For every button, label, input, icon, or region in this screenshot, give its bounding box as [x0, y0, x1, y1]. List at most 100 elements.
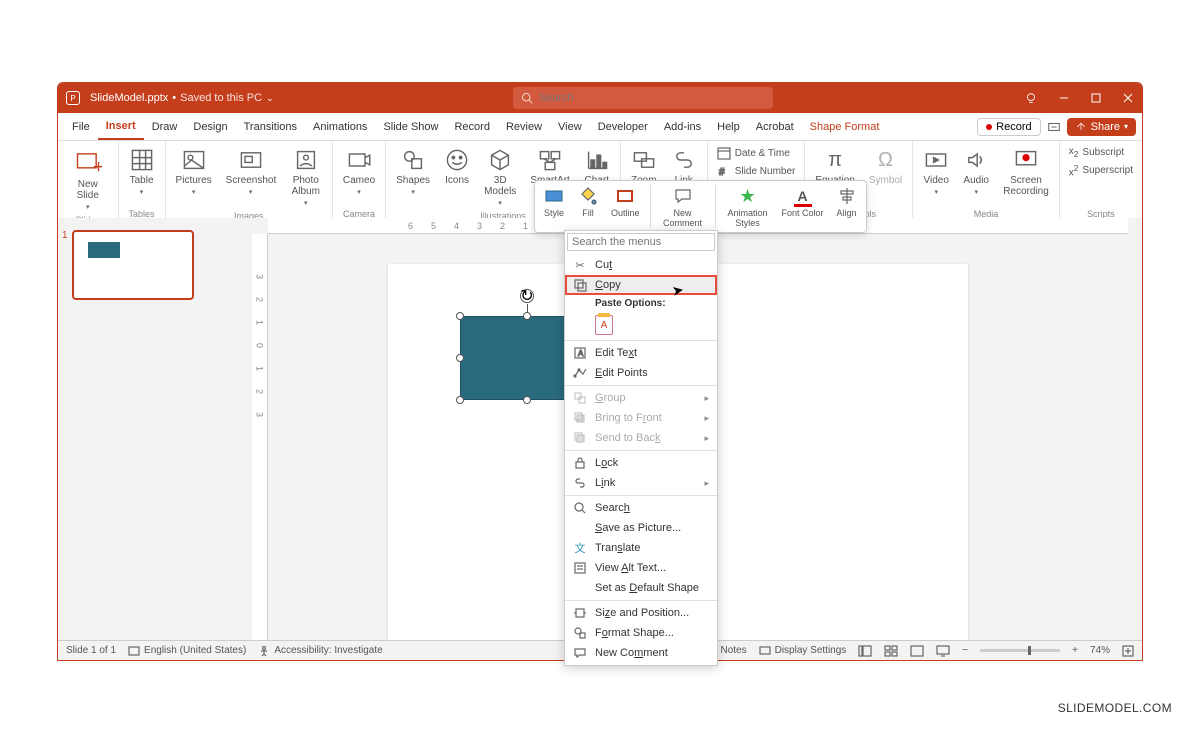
reading-view-icon[interactable]	[910, 645, 924, 657]
animation-styles-button[interactable]: ★Animation Styles	[724, 185, 772, 228]
slide-counter[interactable]: Slide 1 of 1	[66, 645, 116, 656]
shapes-button[interactable]: Shapes▾	[392, 145, 434, 198]
search-box[interactable]	[513, 87, 773, 109]
video-button[interactable]: Video▾	[919, 145, 953, 198]
menu-lock[interactable]: Lock	[565, 453, 717, 473]
tab-shape-format[interactable]: Shape Format	[802, 113, 888, 140]
menu-link[interactable]: Link▸	[565, 473, 717, 493]
fit-window-icon[interactable]	[1122, 645, 1134, 657]
sorter-view-icon[interactable]	[884, 645, 898, 657]
table-button[interactable]: Table▾	[125, 145, 159, 198]
resize-handle[interactable]	[523, 396, 531, 404]
screenshot-button[interactable]: Screenshot▾	[222, 145, 280, 198]
menu-set-default-shape[interactable]: Set as Default Shape	[565, 578, 717, 598]
align-button[interactable]: Align	[834, 185, 860, 228]
menu-search[interactable]: Search	[565, 498, 717, 518]
menu-copy[interactable]: Copy	[565, 275, 717, 295]
menu-save-as-picture[interactable]: Save as Picture...	[565, 518, 717, 538]
slide-thumbnail-panel[interactable]: 1	[58, 218, 238, 640]
tab-help[interactable]: Help	[709, 113, 748, 140]
fill-button[interactable]: Fill	[575, 185, 601, 228]
resize-handle[interactable]	[523, 312, 531, 320]
zoom-out-button[interactable]: −	[962, 645, 968, 656]
audio-button[interactable]: Audio▾	[959, 145, 993, 198]
photo-album-button[interactable]: Photo Album▾	[286, 145, 326, 209]
maximize-button[interactable]	[1090, 92, 1102, 104]
menu-edit-points[interactable]: Edit Points	[565, 363, 717, 383]
outline-button[interactable]: Outline	[609, 185, 642, 228]
tab-design[interactable]: Design	[185, 113, 235, 140]
ribbon-display-icon[interactable]	[1047, 120, 1061, 134]
minimize-button[interactable]	[1058, 92, 1070, 104]
tab-animations[interactable]: Animations	[305, 113, 375, 140]
lightbulb-icon[interactable]	[1024, 91, 1038, 105]
tab-record[interactable]: Record	[446, 113, 497, 140]
filename: SlideModel.pptx	[90, 92, 168, 104]
tab-slideshow[interactable]: Slide Show	[375, 113, 446, 140]
search-icon	[521, 92, 533, 104]
comment-icon	[573, 646, 587, 660]
save-status[interactable]: Saved to this PC	[180, 92, 262, 104]
window-controls	[1024, 91, 1134, 105]
menu-format-shape[interactable]: Format Shape...	[565, 623, 717, 643]
resize-handle[interactable]	[456, 354, 464, 362]
tab-acrobat[interactable]: Acrobat	[748, 113, 802, 140]
display-settings-button[interactable]: Display Settings	[759, 645, 847, 657]
tab-file[interactable]: File	[64, 113, 98, 140]
resize-handle[interactable]	[456, 396, 464, 404]
ribbon-tabs: File Insert Draw Design Transitions Anim…	[58, 113, 1142, 141]
zoom-slider[interactable]	[980, 649, 1060, 652]
accessibility-button[interactable]: Accessibility: Investigate	[258, 645, 382, 657]
size-position-icon	[573, 606, 587, 620]
menu-search-input[interactable]	[567, 233, 715, 251]
tab-transitions[interactable]: Transitions	[236, 113, 305, 140]
tab-addins[interactable]: Add-ins	[656, 113, 709, 140]
slideshow-view-icon[interactable]	[936, 645, 950, 657]
group-camera: Cameo▾ Camera	[333, 141, 386, 227]
slide-thumbnail[interactable]: 1	[72, 230, 224, 300]
cursor-icon: ➤	[671, 281, 686, 300]
tab-review[interactable]: Review	[498, 113, 550, 140]
tab-draw[interactable]: Draw	[144, 113, 186, 140]
rotate-handle-icon[interactable]: ↻	[520, 289, 534, 303]
3d-models-button[interactable]: 3D Models▾	[480, 145, 520, 209]
style-button[interactable]: Style	[541, 185, 567, 228]
zoom-in-button[interactable]: +	[1072, 645, 1078, 656]
subscript-button[interactable]: x2Subscript	[1066, 145, 1136, 160]
pictures-button[interactable]: Pictures▾	[172, 145, 216, 198]
menu-cut[interactable]: ✂Cut	[565, 255, 717, 275]
paste-option-keep-formatting[interactable]: A	[565, 312, 717, 338]
powerpoint-icon: P	[66, 91, 80, 105]
menu-alt-text[interactable]: View Alt Text...	[565, 558, 717, 578]
new-slide-button[interactable]: New Slide▾	[64, 145, 112, 213]
new-comment-button[interactable]: New Comment	[659, 185, 707, 228]
group-icon	[573, 391, 587, 405]
normal-view-icon[interactable]	[858, 645, 872, 657]
menu-edit-text[interactable]: AEdit Text	[565, 343, 717, 363]
zoom-level[interactable]: 74%	[1090, 645, 1110, 656]
chevron-down-icon[interactable]: ⌄	[266, 93, 274, 104]
menu-translate[interactable]: 文Translate	[565, 538, 717, 558]
superscript-button[interactable]: x2Superscript	[1066, 162, 1136, 179]
cameo-button[interactable]: Cameo▾	[339, 145, 379, 198]
resize-handle[interactable]	[456, 312, 464, 320]
font-color-button[interactable]: AFont Color	[780, 185, 826, 228]
slide-number-button[interactable]: #Slide Number	[714, 163, 799, 179]
share-button[interactable]: Share▾	[1067, 118, 1136, 136]
menu-new-comment[interactable]: New Comment	[565, 643, 717, 663]
language-button[interactable]: English (United States)	[128, 645, 246, 657]
tab-view[interactable]: View	[550, 113, 590, 140]
group-images: Pictures▾ Screenshot▾ Photo Album▾ Image…	[166, 141, 333, 227]
tab-insert[interactable]: Insert	[98, 113, 144, 140]
menu-size-position[interactable]: Size and Position...	[565, 603, 717, 623]
titlebar: P SlideModel.pptx • Saved to this PC ⌄	[58, 83, 1142, 113]
tab-developer[interactable]: Developer	[590, 113, 656, 140]
date-time-button[interactable]: Date & Time	[714, 145, 799, 161]
symbol-button[interactable]: ΩSymbol	[865, 145, 906, 188]
close-button[interactable]	[1122, 92, 1134, 104]
screen-recording-button[interactable]: Screen Recording	[999, 145, 1053, 199]
record-button[interactable]: Record	[977, 118, 1040, 136]
icons-button[interactable]: Icons	[440, 145, 474, 188]
search-input[interactable]	[539, 92, 765, 104]
bring-front-icon	[573, 411, 587, 425]
